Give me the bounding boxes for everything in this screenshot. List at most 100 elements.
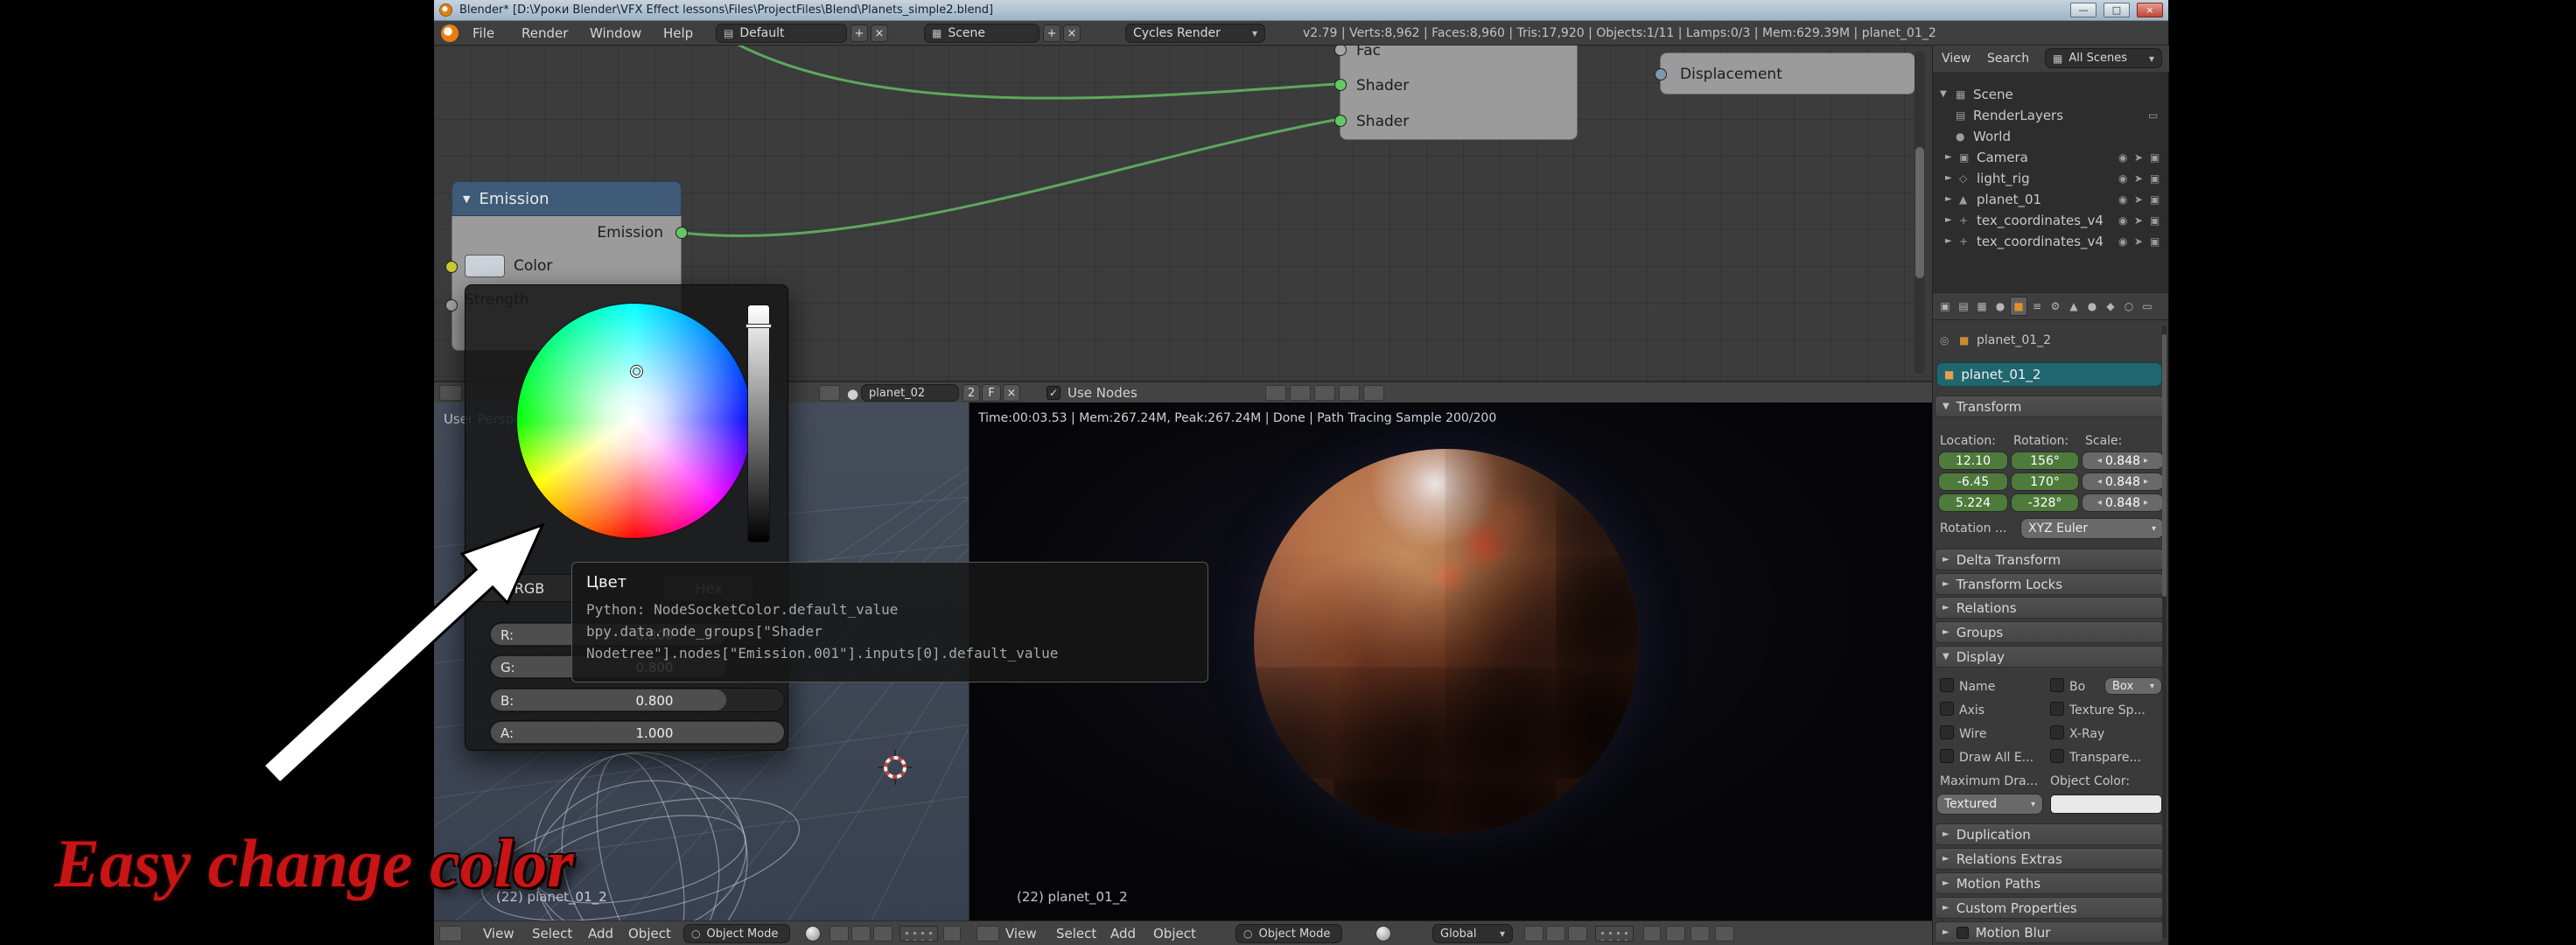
manipulator-translate-icon[interactable] — [1524, 926, 1544, 942]
viewport-shading-icon[interactable] — [805, 926, 821, 942]
location-y-field[interactable]: -6.45 — [1938, 472, 2008, 491]
render-engine-selector[interactable]: Cycles Render ▾ — [1125, 24, 1265, 43]
eye-icon[interactable]: ◉ — [2118, 231, 2127, 252]
panel-motion-blur[interactable]: ► Motion Blur — [1935, 921, 2164, 943]
outliner-menu-search[interactable]: Search — [1987, 46, 2029, 72]
socket-strength-in[interactable] — [445, 299, 458, 312]
outliner-menu-view[interactable]: View — [1942, 46, 1970, 72]
tab-constraints[interactable]: ≡ — [2028, 297, 2046, 316]
vp-menu-add[interactable]: Add — [588, 921, 613, 945]
increment-arrow-icon[interactable]: ▸ — [2144, 498, 2148, 508]
increment-arrow-icon[interactable]: ▸ — [2144, 456, 2148, 466]
outliner-row-world[interactable]: ● World — [1933, 126, 2168, 147]
scene-close-button[interactable]: × — [1063, 24, 1081, 42]
layer-toggle-grid[interactable] — [1595, 926, 1634, 942]
render-restrict-icon[interactable]: ▣ — [2150, 147, 2160, 168]
color-wheel-cursor[interactable] — [631, 366, 642, 377]
minimize-button[interactable]: — — [2070, 3, 2096, 18]
outliner-item-label[interactable]: light_rig — [1977, 168, 2030, 189]
manipulator-scale-icon[interactable] — [873, 926, 892, 942]
tree-open-icon[interactable]: ▼ — [1940, 84, 1947, 105]
color-wheel[interactable] — [516, 303, 752, 539]
snap-icon[interactable] — [1265, 385, 1286, 401]
rotation-mode-selector[interactable]: XYZ Euler ▾ — [2020, 518, 2164, 539]
panel-duplication[interactable]: ► Duplication — [1935, 823, 2164, 845]
pin-icon[interactable]: ◎ — [1940, 334, 1949, 346]
outliner-item-label[interactable]: tex_coordinates_v4 — [1977, 231, 2104, 252]
rotation-x-field[interactable]: 156° — [2011, 452, 2079, 470]
display-transparency-checkbox[interactable] — [2050, 749, 2064, 763]
outliner-display-mode[interactable]: ▦ All Scenes ▾ — [2045, 48, 2162, 68]
selectable-icon[interactable]: ➤ — [2134, 168, 2143, 189]
close-button[interactable]: × — [2137, 3, 2163, 18]
eye-icon[interactable]: ◉ — [2118, 210, 2127, 231]
outliner-row-renderlayers[interactable]: ▤ RenderLayers ▭ — [1933, 105, 2168, 126]
scale-y-field[interactable]: ◂ 0.848 ▸ — [2082, 472, 2164, 491]
menu-window[interactable]: Window — [590, 21, 641, 46]
menu-render[interactable]: Render — [522, 21, 568, 46]
layer-toggle-grid[interactable] — [900, 926, 938, 942]
tree-closed-icon[interactable]: ► — [1945, 189, 1952, 210]
panel-delta-transform[interactable]: ► Delta Transform — [1935, 549, 2164, 570]
tab-scene[interactable]: ▦ — [1973, 297, 1991, 316]
socket-shader-2[interactable] — [1334, 115, 1347, 127]
render-restrict-icon[interactable]: ▣ — [2150, 189, 2160, 210]
outliner-item-label[interactable]: Scene — [1973, 84, 2013, 105]
vp-menu-select[interactable]: Select — [532, 921, 572, 945]
tab-material[interactable]: ● — [2083, 297, 2101, 316]
selectable-icon[interactable]: ➤ — [2134, 147, 2143, 168]
auto-render-icon[interactable] — [1339, 385, 1360, 401]
eye-icon[interactable]: ◉ — [2118, 147, 2127, 168]
tree-closed-icon[interactable]: ► — [1945, 231, 1952, 252]
socket-color-in[interactable] — [445, 261, 458, 273]
selectable-icon[interactable]: ➤ — [2134, 231, 2143, 252]
vp-menu-object[interactable]: Object — [1153, 921, 1196, 945]
tree-closed-icon[interactable]: ► — [1945, 210, 1952, 231]
fake-user-button[interactable]: F — [982, 384, 1001, 402]
render-restrict-icon[interactable]: ▣ — [2150, 168, 2160, 189]
display-name-checkbox[interactable] — [1940, 678, 1954, 692]
tab-object[interactable]: ■ — [2010, 297, 2027, 316]
increment-arrow-icon[interactable]: ▸ — [2144, 477, 2148, 486]
material-name-field[interactable]: planet_02 — [861, 384, 959, 402]
outliner-row-tex-coordinates-1[interactable]: ► + tex_coordinates_v4 ◉ ➤ ▣ — [1933, 210, 2168, 231]
socket-emission-out[interactable] — [676, 227, 688, 239]
outliner-item-label[interactable]: RenderLayers — [1973, 105, 2063, 126]
manipulator-scale-icon[interactable] — [1568, 926, 1587, 942]
tab-physics[interactable]: ▭ — [2138, 297, 2156, 316]
render-restrict-icon[interactable]: ▣ — [2150, 231, 2160, 252]
screen-layout-selector[interactable]: ▤ Default — [716, 24, 847, 43]
tab-texture[interactable]: ◆ — [2102, 297, 2119, 316]
menu-file[interactable]: File — [472, 21, 494, 46]
layout-close-button[interactable]: × — [871, 24, 888, 42]
outliner-row-camera[interactable]: ► ▣ Camera ◉ ➤ ▣ — [1933, 147, 2168, 168]
mode-selector[interactable]: ○ Object Mode — [683, 924, 790, 943]
rotation-y-field[interactable]: 170° — [2011, 472, 2079, 491]
object-name-field[interactable]: ■ planet_01_2 — [1936, 362, 2162, 387]
transform-orientation-selector[interactable]: Global ▾ — [1432, 924, 1513, 943]
tree-closed-icon[interactable]: ► — [1945, 168, 1952, 189]
tab-particles[interactable]: ○ — [2120, 297, 2138, 316]
manipulator-rotate-icon[interactable] — [851, 926, 871, 942]
output-node[interactable]: Displacement — [1655, 52, 1915, 94]
decrement-arrow-icon[interactable]: ◂ — [2097, 456, 2102, 466]
snap-element-icon[interactable] — [1666, 926, 1685, 942]
value-slider-handle[interactable] — [746, 324, 772, 328]
display-bounds-checkbox[interactable] — [2050, 678, 2064, 692]
scene-add-button[interactable]: + — [1043, 24, 1060, 42]
menu-help[interactable]: Help — [663, 21, 693, 46]
tab-render-layers[interactable]: ▤ — [1955, 297, 1972, 316]
mode-selector[interactable]: ○ Object Mode — [1236, 924, 1342, 943]
outliner-row-planet-01[interactable]: ► ▲ planet_01 ◉ ➤ ▣ — [1933, 189, 2168, 210]
outliner-item-label[interactable]: tex_coordinates_v4 — [1977, 210, 2104, 231]
node-editor-scrollbar[interactable] — [1914, 51, 1925, 374]
tab-render[interactable]: ▣ — [1936, 297, 1954, 316]
material-users-count[interactable]: 2 — [962, 384, 980, 402]
display-xray-checkbox[interactable] — [2050, 725, 2064, 739]
render-opengl-icon[interactable] — [1690, 926, 1710, 942]
manipulator-rotate-icon[interactable] — [1546, 926, 1565, 942]
tab-world[interactable]: ● — [1992, 297, 2009, 316]
collapse-triangle-icon[interactable]: ▼ — [463, 193, 470, 205]
render-animation-icon[interactable] — [1715, 926, 1734, 942]
tab-modifiers[interactable]: ⚙ — [2047, 297, 2064, 316]
